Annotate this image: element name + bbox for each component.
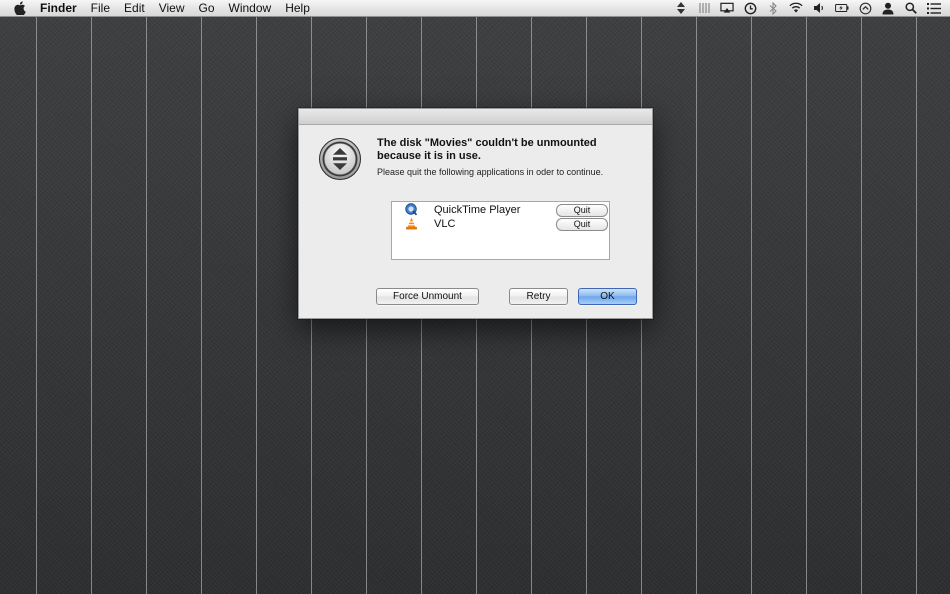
menu-help[interactable]: Help (285, 0, 310, 16)
menu-file[interactable]: File (91, 0, 110, 16)
user-icon[interactable] (881, 1, 895, 15)
airplay-icon[interactable] (720, 1, 734, 15)
app-name: VLC (434, 218, 456, 230)
retry-button[interactable]: Retry (509, 288, 568, 305)
force-unmount-button[interactable]: Force Unmount (376, 288, 479, 305)
volume-icon[interactable] (812, 1, 826, 15)
quit-quicktime-button[interactable]: Quit (556, 204, 608, 217)
time-machine-icon[interactable] (743, 1, 757, 15)
blocking-apps-list: QuickTime Player Quit VLC Quit (391, 201, 610, 260)
bluetooth-icon[interactable] (766, 1, 780, 15)
menu-edit[interactable]: Edit (124, 0, 145, 16)
menu-go[interactable]: Go (199, 0, 215, 16)
alert-headline: The disk "Movies" couldn't be unmounted … (377, 137, 597, 162)
battery-icon[interactable] (835, 1, 849, 15)
status-area (665, 0, 950, 16)
input-menu-icon[interactable] (674, 1, 688, 15)
menu-window[interactable]: Window (229, 0, 272, 16)
menu-finder[interactable]: Finder (40, 0, 77, 16)
unmount-alert-dialog: The disk "Movies" couldn't be unmounted … (298, 108, 653, 319)
menu-view[interactable]: View (159, 0, 185, 16)
list-item: VLC Quit (392, 217, 609, 231)
spotlight-icon[interactable] (904, 1, 918, 15)
list-item: QuickTime Player Quit (392, 203, 609, 217)
notification-center-icon[interactable] (927, 1, 941, 15)
sync-icon[interactable] (858, 1, 872, 15)
apple-icon[interactable] (13, 1, 27, 15)
wifi-icon[interactable] (789, 1, 803, 15)
app-name: QuickTime Player (434, 204, 521, 216)
quit-vlc-button[interactable]: Quit (556, 218, 608, 231)
eject-disk-icon (319, 138, 361, 180)
alert-info-text: Please quit the following applications i… (377, 167, 604, 177)
vlc-icon (405, 217, 418, 230)
quicktime-icon (405, 203, 418, 216)
menu-bar: Finder File Edit View Go Window Help (0, 0, 950, 17)
ok-button[interactable]: OK (578, 288, 637, 305)
dashes-icon[interactable] (697, 1, 711, 15)
dialog-titlebar[interactable] (299, 109, 652, 125)
